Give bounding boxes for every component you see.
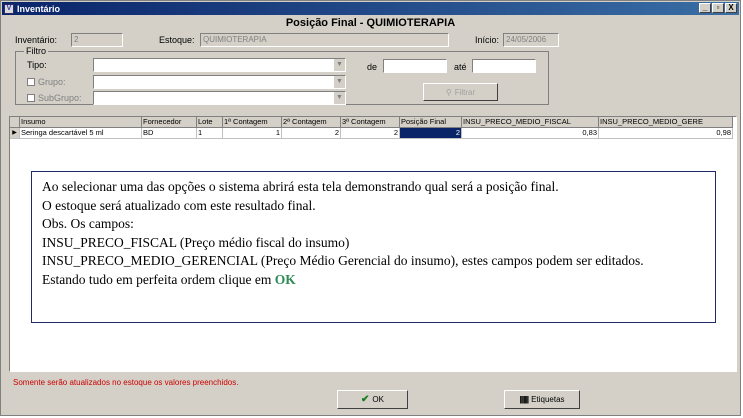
window-title: Inventário (17, 3, 61, 14)
header-indicator (10, 117, 20, 128)
note-line: INSU_PRECO_FISCAL (Preço médio fiscal do… (42, 234, 350, 250)
note-line: Obs. Os campos: (42, 216, 134, 231)
subgrupo-select[interactable]: ▼ (93, 91, 346, 105)
cell-contagem-3[interactable]: 2 (341, 128, 400, 139)
de-input[interactable] (383, 59, 447, 73)
window-controls: _ ▫ X (699, 3, 737, 13)
chevron-down-icon[interactable]: ▼ (333, 76, 345, 88)
cell-contagem-2[interactable]: 2 (282, 128, 341, 139)
col-preco-fiscal[interactable]: INSU_PRECO_MEDIO_FISCAL (462, 117, 599, 128)
instruction-callout: Ao selecionar uma das opções o sistema a… (31, 171, 716, 323)
grid-header: Insumo Fornecedor Lote 1ª Contagem 2ª Co… (10, 117, 736, 128)
grupo-label: Grupo: (38, 77, 66, 87)
inicio-field: 24/05/2006 (503, 33, 559, 47)
ok-button[interactable]: ✔ OK (337, 390, 408, 409)
grupo-select[interactable]: ▼ (93, 75, 346, 89)
cell-preco-gerencial[interactable]: 0,98 (599, 128, 733, 139)
note-line: O estoque será atualizado com este resul… (42, 197, 316, 213)
ate-input[interactable] (472, 59, 536, 73)
check-icon: ✔ (361, 394, 370, 405)
col-fornecedor[interactable]: Fornecedor (142, 117, 197, 128)
col-insumo[interactable]: Insumo (20, 117, 142, 128)
cell-lote[interactable]: 1 (197, 128, 223, 139)
chevron-down-icon[interactable]: ▼ (333, 59, 345, 71)
etiquetas-button-label: Etiquetas (531, 395, 565, 404)
etiquetas-button[interactable]: ||||||| Etiquetas (504, 390, 580, 409)
close-button[interactable]: X (725, 3, 737, 13)
subgrupo-label: SubGrupo: (38, 93, 82, 103)
filter-button[interactable]: ⚲ Filtrar (423, 83, 498, 101)
tipo-label: Tipo: (27, 60, 47, 70)
cell-contagem-1[interactable]: 1 (223, 128, 282, 139)
col-posicao-final[interactable]: Posição Final (400, 117, 462, 128)
note-line: Estando tudo em perfeita ordem clique em… (42, 271, 705, 290)
col-contagem-2[interactable]: 2ª Contagem (282, 117, 341, 128)
ok-button-label: OK (372, 395, 384, 404)
inventario-label: Inventário: (15, 35, 58, 45)
page-title: Posição Final - QUIMIOTERAPIA (285, 17, 456, 29)
table-row[interactable]: ▶ Seringa descartável 5 ml BD 1 1 2 2 2 … (10, 128, 736, 139)
filter-button-label: Filtrar (454, 87, 476, 97)
note-ok-highlight: OK (274, 271, 296, 287)
title-bar[interactable]: V Inventário _ ▫ X (2, 2, 739, 15)
row-indicator-icon: ▶ (10, 128, 20, 139)
cell-insumo[interactable]: Seringa descartável 5 ml (20, 128, 142, 139)
estoque-field: QUIMIOTERAPIA (200, 33, 449, 47)
col-contagem-3[interactable]: 3ª Contagem (341, 117, 400, 128)
cell-fornecedor[interactable]: BD (142, 128, 197, 139)
subgrupo-checkbox[interactable] (27, 94, 35, 102)
col-preco-gerencial[interactable]: INSU_PRECO_MEDIO_GERE (599, 117, 733, 128)
estoque-label: Estoque: (159, 35, 195, 45)
chevron-down-icon[interactable]: ▼ (333, 92, 345, 104)
note-line: Ao selecionar uma das opções o sistema a… (42, 179, 559, 194)
status-message: Somente serão atualizados no estoque os … (13, 378, 239, 387)
barcode-icon: ||||||| (519, 395, 529, 404)
inventario-field: 2 (71, 33, 123, 47)
filter-icon: ⚲ (445, 87, 452, 97)
cell-preco-fiscal[interactable]: 0,83 (462, 128, 599, 139)
maximize-button[interactable]: ▫ (712, 3, 724, 13)
app-icon: V (4, 3, 14, 14)
cell-posicao-final[interactable]: 2 (400, 128, 462, 139)
note-line: INSU_PRECO_MEDIO_GERENCIAL (Preço Médio … (42, 253, 644, 268)
grupo-checkbox[interactable] (27, 78, 35, 86)
col-lote[interactable]: Lote (197, 117, 223, 128)
de-label: de (367, 62, 378, 72)
tipo-select[interactable]: ▼ (93, 58, 346, 72)
note-line-prefix: Estando tudo em perfeita ordem clique em (42, 271, 272, 287)
col-contagem-1[interactable]: 1ª Contagem (223, 117, 282, 128)
minimize-button[interactable]: _ (699, 3, 711, 13)
inventario-window: V Inventário _ ▫ X Posição Final - QUIMI… (0, 0, 741, 416)
filter-group-title: Filtro (24, 46, 48, 56)
ate-label: até (454, 62, 467, 72)
inicio-label: Início: (475, 35, 500, 45)
